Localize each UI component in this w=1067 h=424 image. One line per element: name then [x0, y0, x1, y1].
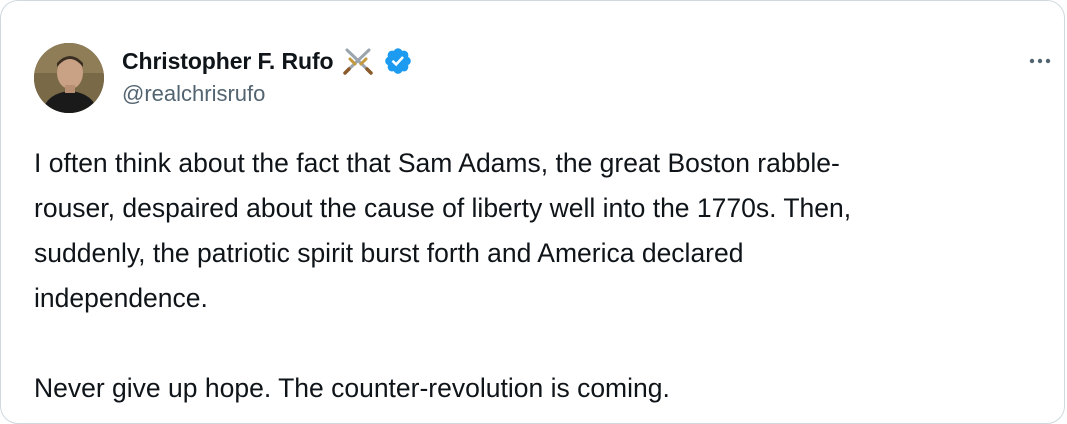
avatar[interactable]	[34, 43, 104, 113]
tweet-text-line: I often think about the fact that Sam Ad…	[34, 148, 840, 178]
avatar-photo	[34, 43, 104, 113]
author-handle[interactable]: @realchrisrufo	[122, 81, 265, 107]
tweet-text-line: rouser, despaired about the cause of lib…	[34, 193, 852, 223]
crossed-swords-icon	[343, 48, 374, 75]
tweet-text-line: Never give up hope. The counter-revoluti…	[34, 373, 670, 403]
verified-badge-icon[interactable]	[383, 46, 413, 76]
tweet-paragraph-2: Never give up hope. The counter-revoluti…	[34, 366, 1044, 411]
author-name-row: Christopher F. Rufo	[122, 45, 413, 77]
more-options-button[interactable]	[1022, 47, 1058, 75]
tweet-text-line: suddenly, the patriotic spirit burst for…	[34, 238, 744, 268]
tweet-text: I often think about the fact that Sam Ad…	[34, 141, 1044, 411]
author-display-name[interactable]: Christopher F. Rufo	[122, 48, 334, 75]
tweet-text-line: independence.	[34, 283, 208, 313]
more-options-icon	[1029, 58, 1051, 64]
tweet-paragraph-1: I often think about the fact that Sam Ad…	[34, 141, 1044, 321]
tweet-card[interactable]: Christopher F. Rufo @realchrisrufo I oft…	[0, 0, 1065, 424]
